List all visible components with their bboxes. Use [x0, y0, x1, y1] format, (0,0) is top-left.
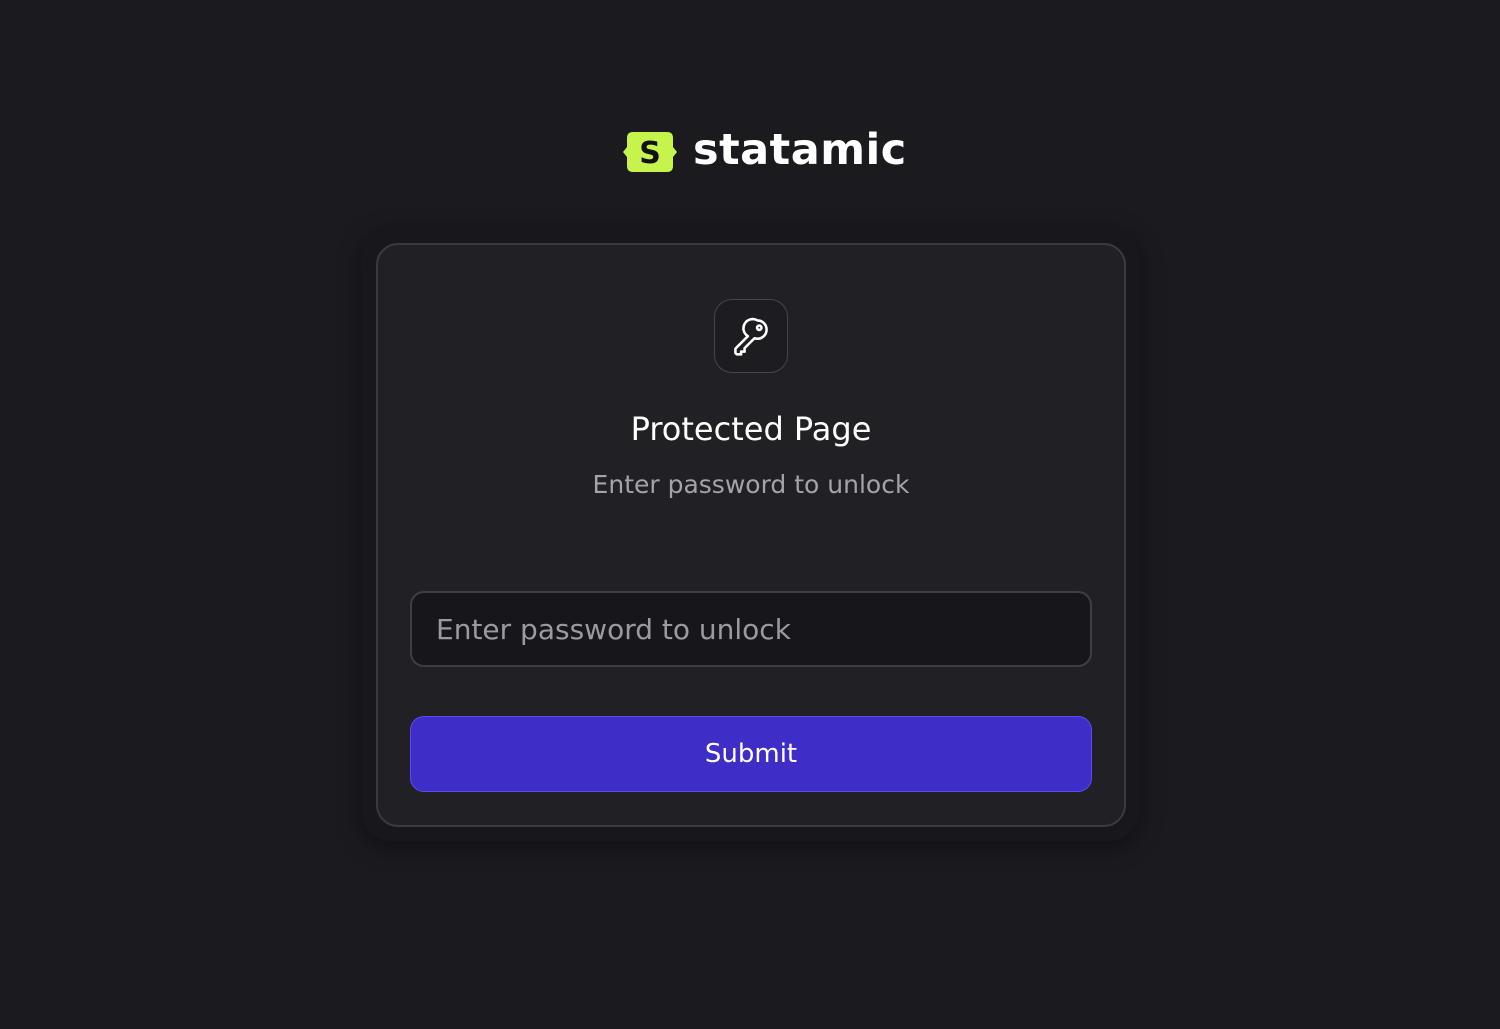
page-title: Protected Page — [630, 410, 872, 448]
brand-logo: S statamic — [623, 124, 907, 175]
brand-name: statamic — [693, 124, 907, 175]
password-input[interactable] — [410, 591, 1092, 667]
logo-letter: S — [639, 136, 661, 171]
key-icon-container — [714, 299, 788, 373]
password-card: Protected Page Enter password to unlock … — [376, 243, 1126, 827]
key-icon — [734, 317, 768, 356]
page-subtitle: Enter password to unlock — [592, 470, 910, 499]
statamic-logo-icon: S — [623, 132, 677, 172]
page: S statamic Protected Page Enter password… — [0, 0, 1500, 1029]
submit-button[interactable]: Submit — [410, 716, 1092, 792]
